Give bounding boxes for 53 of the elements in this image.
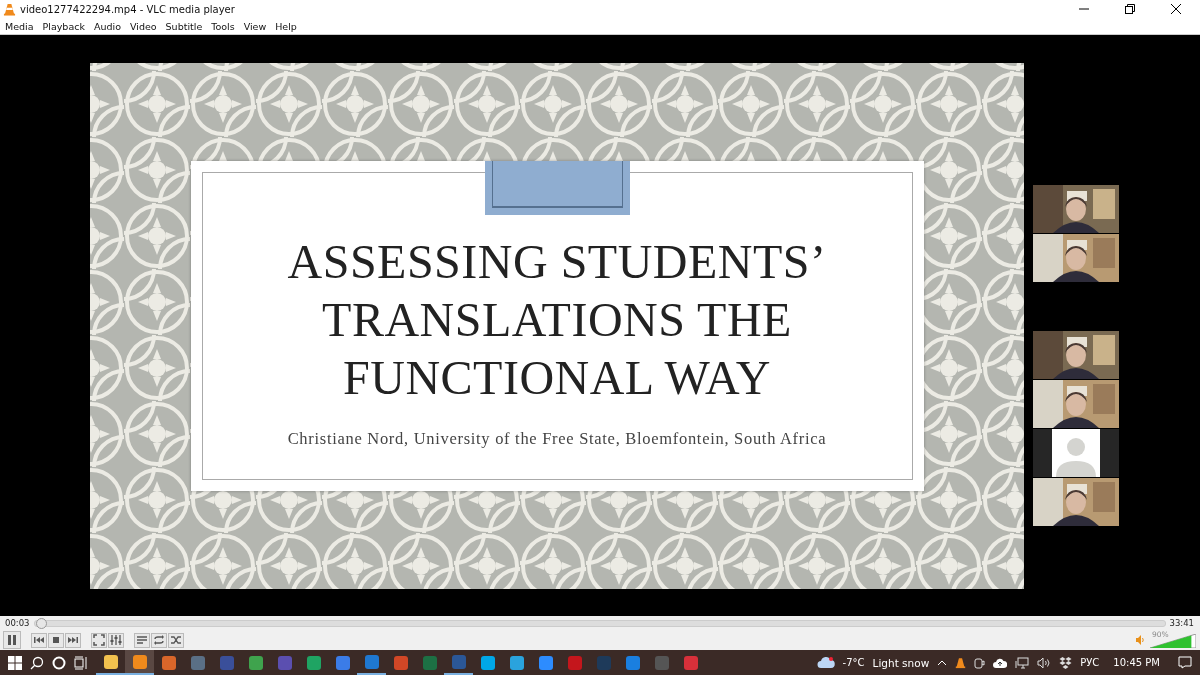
fullscreen-button[interactable] xyxy=(91,632,107,648)
window-title: video1277422294.mp4 - VLC media player xyxy=(20,3,235,15)
avatar-icon xyxy=(1052,429,1100,477)
settings-icon xyxy=(110,634,122,646)
next-button[interactable] xyxy=(65,632,81,648)
temperature: -7°C xyxy=(842,657,865,668)
upload-cloud-icon[interactable] xyxy=(993,657,1008,668)
chevron-up-icon[interactable] xyxy=(937,659,948,666)
menu-item[interactable]: Tools xyxy=(208,20,238,32)
start-icon[interactable] xyxy=(8,655,22,670)
slide-subtitle: Christiane Nord, University of the Free State, Bloemfontein, South Africa xyxy=(287,429,827,449)
clock[interactable]: 10:45 PM xyxy=(1113,657,1160,668)
cone-icon[interactable] xyxy=(955,656,967,669)
seek-handle[interactable] xyxy=(35,617,47,629)
playlist-icon xyxy=(136,634,148,646)
camera-icon[interactable] xyxy=(974,656,986,669)
total-time: 33:41 xyxy=(1169,618,1194,628)
task-view-icon[interactable] xyxy=(74,655,88,670)
shuffle-button[interactable] xyxy=(168,632,184,648)
prev-icon xyxy=(33,634,45,646)
shuffle-icon xyxy=(170,634,182,646)
slide-title: ASSESSING STUDENTS’ TRANSLATIONS THE FUNCTIONAL WAY xyxy=(286,234,828,406)
close-icon[interactable] xyxy=(1171,4,1181,14)
taskbar-app[interactable] xyxy=(125,650,154,675)
pause-button[interactable] xyxy=(3,631,21,649)
fullscreen-icon xyxy=(93,634,105,646)
circle-icon[interactable] xyxy=(52,655,66,670)
menu-item[interactable]: View xyxy=(240,20,270,32)
cloud-icon[interactable] xyxy=(816,656,835,669)
dropbox-icon[interactable] xyxy=(1059,656,1073,669)
playlist-button[interactable] xyxy=(134,632,150,648)
weather-text: Light snow xyxy=(872,656,930,669)
network-icon[interactable] xyxy=(1015,656,1030,669)
stop-button[interactable] xyxy=(48,632,64,648)
stop-icon xyxy=(50,634,62,646)
search-icon[interactable] xyxy=(30,655,44,670)
restore-icon[interactable] xyxy=(1125,4,1135,14)
volume-icon[interactable] xyxy=(1037,656,1052,669)
pause-icon xyxy=(6,634,18,646)
next-icon xyxy=(67,634,79,646)
elapsed-time: 00:03 xyxy=(5,618,30,628)
settings-button[interactable] xyxy=(108,632,124,648)
menu-item[interactable]: Help xyxy=(272,20,300,32)
loop-icon xyxy=(153,634,165,646)
notification-icon[interactable] xyxy=(1178,656,1192,669)
prev-button[interactable] xyxy=(31,632,47,648)
menu-item[interactable]: Playback xyxy=(39,20,88,32)
language-indicator[interactable]: РУС xyxy=(1080,657,1100,668)
menu-item[interactable]: Audio xyxy=(90,20,124,32)
loop-button[interactable] xyxy=(151,632,167,648)
menu-item[interactable]: Subtitle xyxy=(162,20,206,32)
menu-item[interactable]: Video xyxy=(126,20,160,32)
menu-item[interactable]: Media xyxy=(2,20,37,32)
